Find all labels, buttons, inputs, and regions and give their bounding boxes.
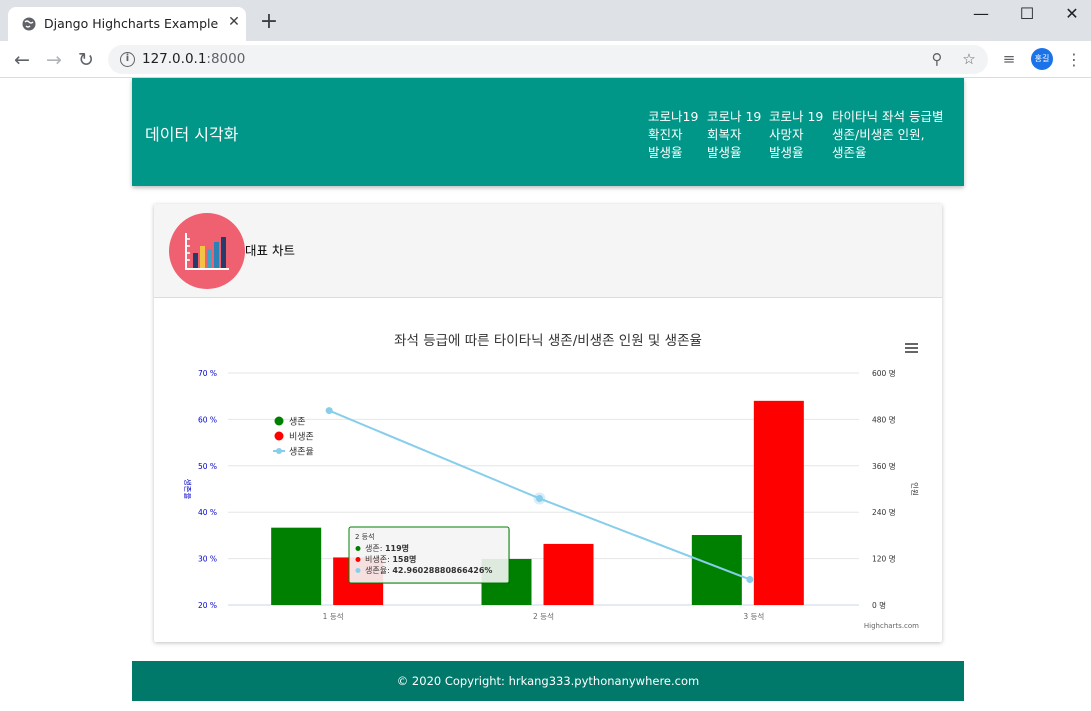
line-point[interactable] bbox=[746, 575, 754, 583]
bar-chart-icon bbox=[169, 213, 245, 289]
card-title: 대표 차트 bbox=[245, 243, 295, 258]
bar-생존[interactable] bbox=[691, 535, 742, 605]
globe-icon bbox=[22, 17, 36, 31]
back-icon[interactable]: ← bbox=[11, 49, 33, 71]
footer-link[interactable]: hrkang333.pythonanywhere.com bbox=[509, 674, 700, 688]
x-tick-label: 3 등석 bbox=[743, 611, 764, 621]
brand-title[interactable]: 데이터 시각화 bbox=[145, 121, 238, 145]
legend-symbol bbox=[276, 448, 282, 454]
tooltip-dot bbox=[355, 568, 361, 573]
browser-tab-bar: Django Highcharts Example ✕ + — ☐ ✕ bbox=[0, 0, 1091, 41]
legend-item-생존율[interactable]: 생존율 bbox=[289, 447, 314, 458]
y-right-tick-label: 240 명 bbox=[872, 507, 896, 517]
hamburger-icon[interactable] bbox=[905, 343, 918, 353]
x-tick-label: 1 등석 bbox=[323, 611, 344, 621]
browser-tab[interactable]: Django Highcharts Example ✕ bbox=[8, 7, 246, 41]
tooltip-header: 2 등석 bbox=[355, 532, 375, 541]
tooltip-row: 생존율: 42.96028880866426% bbox=[365, 565, 492, 575]
tab-close-icon[interactable]: ✕ bbox=[226, 14, 242, 30]
card-header: 대표 차트 bbox=[154, 204, 942, 298]
y-right-tick-label: 0 명 bbox=[872, 600, 886, 610]
maximize-button[interactable]: ☐ bbox=[1007, 4, 1047, 24]
y-right-tick-label: 480 명 bbox=[872, 414, 896, 424]
footer-copyright: © 2020 Copyright: hrkang333.pythonanywhe… bbox=[396, 674, 700, 688]
reload-icon[interactable]: ↻ bbox=[75, 49, 97, 71]
y-left-axis-title: 생존율 bbox=[183, 479, 193, 500]
y-right-tick-label: 600 명 bbox=[872, 368, 896, 378]
nav-link-covid-deaths[interactable]: 코로나 19 사망자 발생율 bbox=[769, 108, 823, 162]
y-right-axis-title: 인원 bbox=[910, 482, 920, 496]
nav-link-covid-confirmed[interactable]: 코로나19 확진자 발생율 bbox=[648, 108, 698, 162]
tab-title: Django Highcharts Example bbox=[44, 16, 219, 31]
footer: © 2020 Copyright: hrkang333.pythonanywhe… bbox=[132, 661, 964, 701]
y-left-tick-label: 50 % bbox=[198, 462, 217, 471]
chart-card: 대표 차트 좌석 등급에 따른 타이타닉 생존/비생존 인원 및 생존율 20 … bbox=[154, 204, 942, 642]
new-tab-button[interactable]: + bbox=[259, 11, 279, 33]
close-window-button[interactable]: ✕ bbox=[1052, 4, 1091, 24]
tooltip-row: 비생존: 158명 bbox=[365, 554, 416, 564]
tooltip-row: 생존: 119명 bbox=[365, 543, 409, 553]
browser-toolbar: ← → ↻ i 127.0.0.1:8000 ⚲ ☆ ≡ 홍길 ⋮ bbox=[0, 41, 1091, 78]
info-icon[interactable]: i bbox=[120, 52, 135, 67]
more-icon[interactable]: ⋮ bbox=[1066, 49, 1082, 71]
star-icon[interactable]: ☆ bbox=[960, 50, 978, 68]
minimize-button[interactable]: — bbox=[961, 4, 1001, 24]
bar-비생존[interactable] bbox=[753, 400, 804, 605]
address-bar[interactable]: i 127.0.0.1:8000 ⚲ ☆ bbox=[108, 45, 988, 74]
x-tick-label: 2 등석 bbox=[533, 611, 554, 621]
legend-symbol bbox=[274, 431, 284, 441]
site-navbar: 데이터 시각화 코로나19 확진자 발생율 코로나 19 회복자 발생율 코로나 19 사… bbox=[132, 78, 964, 186]
chart-title: 좌석 등급에 따른 타이타닉 생존/비생존 인원 및 생존율 bbox=[394, 333, 702, 349]
y-right-tick-label: 360 명 bbox=[872, 461, 896, 471]
avatar[interactable]: 홍길 bbox=[1031, 48, 1053, 70]
tooltip-dot bbox=[355, 557, 361, 562]
legend-symbol bbox=[274, 416, 284, 426]
tooltip-dot bbox=[355, 546, 361, 551]
chart-credits[interactable]: Highcharts.com bbox=[864, 622, 919, 630]
legend-item-생존[interactable]: 생존 bbox=[289, 417, 306, 428]
y-left-tick-label: 20 % bbox=[198, 601, 217, 610]
y-left-tick-label: 30 % bbox=[198, 555, 217, 564]
nav-link-titanic[interactable]: 타이타닉 좌석 등급별 생존/비생존 인원, 생존율 bbox=[832, 108, 943, 162]
url-text[interactable]: 127.0.0.1:8000 bbox=[142, 51, 245, 67]
line-point[interactable] bbox=[325, 407, 333, 415]
line-point[interactable] bbox=[536, 494, 543, 502]
y-left-tick-label: 70 % bbox=[198, 369, 217, 378]
nav-link-covid-recovered[interactable]: 코로나 19 회복자 발생율 bbox=[707, 108, 761, 162]
combo-chart: 좌석 등급에 따른 타이타닉 생존/비생존 인원 및 생존율 20 % 0 명 30… bbox=[183, 333, 920, 630]
forward-icon[interactable]: → bbox=[43, 49, 65, 71]
media-icon[interactable]: ≡ bbox=[1000, 50, 1018, 68]
y-left-tick-label: 40 % bbox=[198, 508, 217, 517]
y-right-tick-label: 120 명 bbox=[872, 554, 896, 564]
zoom-icon[interactable]: ⚲ bbox=[928, 50, 946, 68]
bar-생존[interactable] bbox=[271, 527, 322, 605]
y-left-tick-label: 60 % bbox=[198, 415, 217, 424]
legend-item-비생존[interactable]: 비생존 bbox=[289, 432, 314, 443]
bar-비생존[interactable] bbox=[543, 543, 594, 605]
